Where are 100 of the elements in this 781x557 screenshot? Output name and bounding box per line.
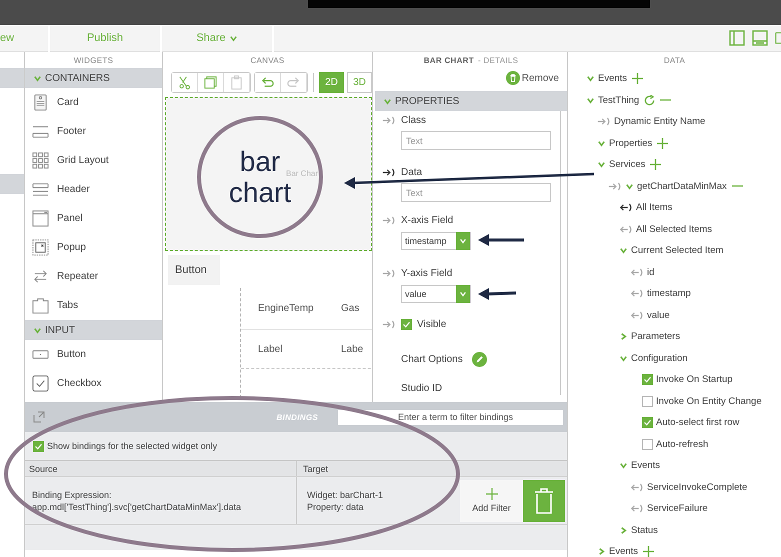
tree-item-label[interactable]: Events [631, 460, 660, 472]
grid-widget[interactable]: EngineTemp Gas Label Labe [240, 288, 372, 398]
panel-title: CANVAS [249, 54, 286, 66]
cut-button[interactable] [172, 73, 198, 92]
chevron-down-icon[interactable] [33, 326, 42, 334]
checkbox[interactable] [401, 318, 412, 330]
widget-item[interactable]: Card [57, 97, 79, 108]
binding-source: Binding Expression: app.mdl['TestThing'].svc['getChartDataMinMax'].data [25, 477, 297, 524]
header-widget-icon [32, 181, 49, 198]
tree-item-label[interactable]: timestamp [647, 288, 691, 300]
panel-title: DATA [662, 54, 686, 66]
chevron-down-icon[interactable] [586, 96, 595, 105]
tree-item-label[interactable]: Auto-select first row [656, 417, 740, 428]
tree-item-label[interactable]: id [647, 266, 654, 278]
tree-item-label[interactable]: Status [631, 524, 658, 536]
checkbox[interactable] [642, 438, 653, 450]
panel-subtitle: - DETAILS [478, 56, 518, 64]
chevron-down-icon[interactable] [597, 160, 606, 170]
text-field[interactable]: Text [401, 131, 551, 150]
tree-item-label[interactable]: Services [609, 159, 646, 170]
edit-icon[interactable] [472, 352, 487, 366]
grid-cell-text: Labe [340, 344, 364, 354]
tree-item-label[interactable]: Current Selected Item [631, 245, 724, 256]
expand-icon[interactable] [33, 411, 45, 423]
tree-item-label[interactable]: Dynamic Entity Name [614, 116, 706, 128]
dropdown[interactable]: timestamp [401, 232, 471, 250]
minus-icon[interactable] [732, 184, 743, 188]
property-label: Y-axis Field [401, 268, 452, 278]
section-header[interactable]: CONTAINERS [25, 68, 162, 88]
checkbox[interactable] [642, 396, 653, 407]
chevron-down-icon[interactable] [597, 138, 606, 148]
tree-item-label[interactable]: TestThing [598, 94, 640, 106]
minus-icon[interactable] [660, 98, 672, 102]
chevron-down-icon[interactable] [619, 246, 628, 256]
tree-item-label[interactable]: Parameters [631, 331, 680, 342]
chevron-down-icon [228, 34, 238, 42]
property-label: Visible [417, 318, 446, 330]
text-field[interactable]: Text [401, 183, 551, 202]
tree-item-label[interactable]: ServiceFailure [647, 503, 708, 514]
widget-item[interactable]: Repeater [57, 271, 98, 282]
chevron-down-icon[interactable] [383, 96, 392, 106]
chevron-right-icon[interactable] [619, 526, 628, 535]
tree-item-label[interactable]: Invoke On Entity Change [656, 396, 762, 407]
redo-icon [286, 75, 301, 90]
filter-field[interactable]: Enter a term to filter bindings [338, 410, 563, 424]
layout-icon[interactable] [775, 30, 781, 46]
annotation-arrow [478, 288, 516, 300]
chevron-right-icon[interactable] [619, 332, 628, 342]
tree-item-label[interactable]: Events [609, 546, 638, 557]
section-header[interactable]: INPUT [25, 320, 162, 340]
chevron-down-icon[interactable] [586, 74, 595, 84]
chevron-down-icon[interactable] [625, 182, 634, 191]
tree-item-label[interactable]: Invoke On Startup [656, 374, 733, 386]
tree-item-label[interactable]: Properties [609, 138, 652, 149]
layout-icon[interactable] [729, 30, 745, 46]
checkbox[interactable] [33, 440, 44, 452]
tree-item-label[interactable]: ServiceInvokeComplete [647, 482, 748, 493]
widget-item[interactable]: Header [57, 184, 90, 195]
section-header[interactable]: PROPERTIES [375, 91, 567, 111]
tree-item-label[interactable]: Auto-refresh [656, 438, 708, 450]
widget-item[interactable]: Tabs [57, 300, 78, 311]
property-label: Class [401, 114, 426, 126]
tree-item-label[interactable]: Events [598, 73, 628, 84]
plus-icon[interactable] [657, 138, 668, 149]
tree-item-label[interactable]: All Selected Items [636, 224, 712, 235]
binding-source-icon[interactable] [382, 168, 396, 176]
widget-item[interactable]: Button [57, 349, 86, 360]
tree-item-label[interactable]: value [647, 310, 670, 321]
remove-button[interactable]: Remove [506, 71, 559, 85]
repeater-widget-icon [32, 268, 49, 285]
chevron-down-icon[interactable] [619, 461, 628, 470]
plus-icon[interactable] [632, 73, 644, 84]
undo-button[interactable] [255, 73, 281, 92]
dropdown[interactable]: value [401, 285, 471, 303]
checkbox[interactable] [642, 417, 653, 428]
chevron-down-icon[interactable] [619, 354, 628, 363]
plus-icon[interactable] [643, 546, 654, 557]
chevron-right-icon[interactable] [597, 547, 606, 556]
tree-item-label[interactable]: getChartDataMinMax [637, 180, 727, 192]
binding-target-icon[interactable] [619, 203, 633, 212]
plus-icon[interactable] [650, 159, 662, 170]
checkbox[interactable] [642, 374, 653, 386]
delete-button[interactable] [523, 480, 565, 522]
tree-item-label[interactable]: Configuration [631, 352, 688, 364]
checkbox-label[interactable]: Show bindings for the selected widget only [47, 441, 218, 451]
property-label: Chart Options [401, 354, 463, 364]
add-filter-button[interactable]: Add Filter [460, 480, 523, 522]
widget-item[interactable]: Grid Layout [57, 155, 109, 166]
layout-icon[interactable] [752, 30, 768, 46]
chevron-down-icon[interactable] [33, 74, 42, 82]
undo-icon [260, 75, 275, 90]
refresh-icon[interactable] [644, 94, 656, 106]
widget-item[interactable]: Footer [57, 126, 86, 137]
widget-item[interactable]: Checkbox [57, 378, 102, 389]
widget-item[interactable]: Popup [57, 242, 86, 253]
button-widget[interactable]: Button [168, 255, 220, 285]
card-widget-icon [32, 94, 49, 111]
widget-item[interactable]: Panel [57, 213, 83, 224]
panel-title: WIDGETS [72, 54, 114, 66]
tree-item-label[interactable]: All Items [636, 202, 672, 214]
